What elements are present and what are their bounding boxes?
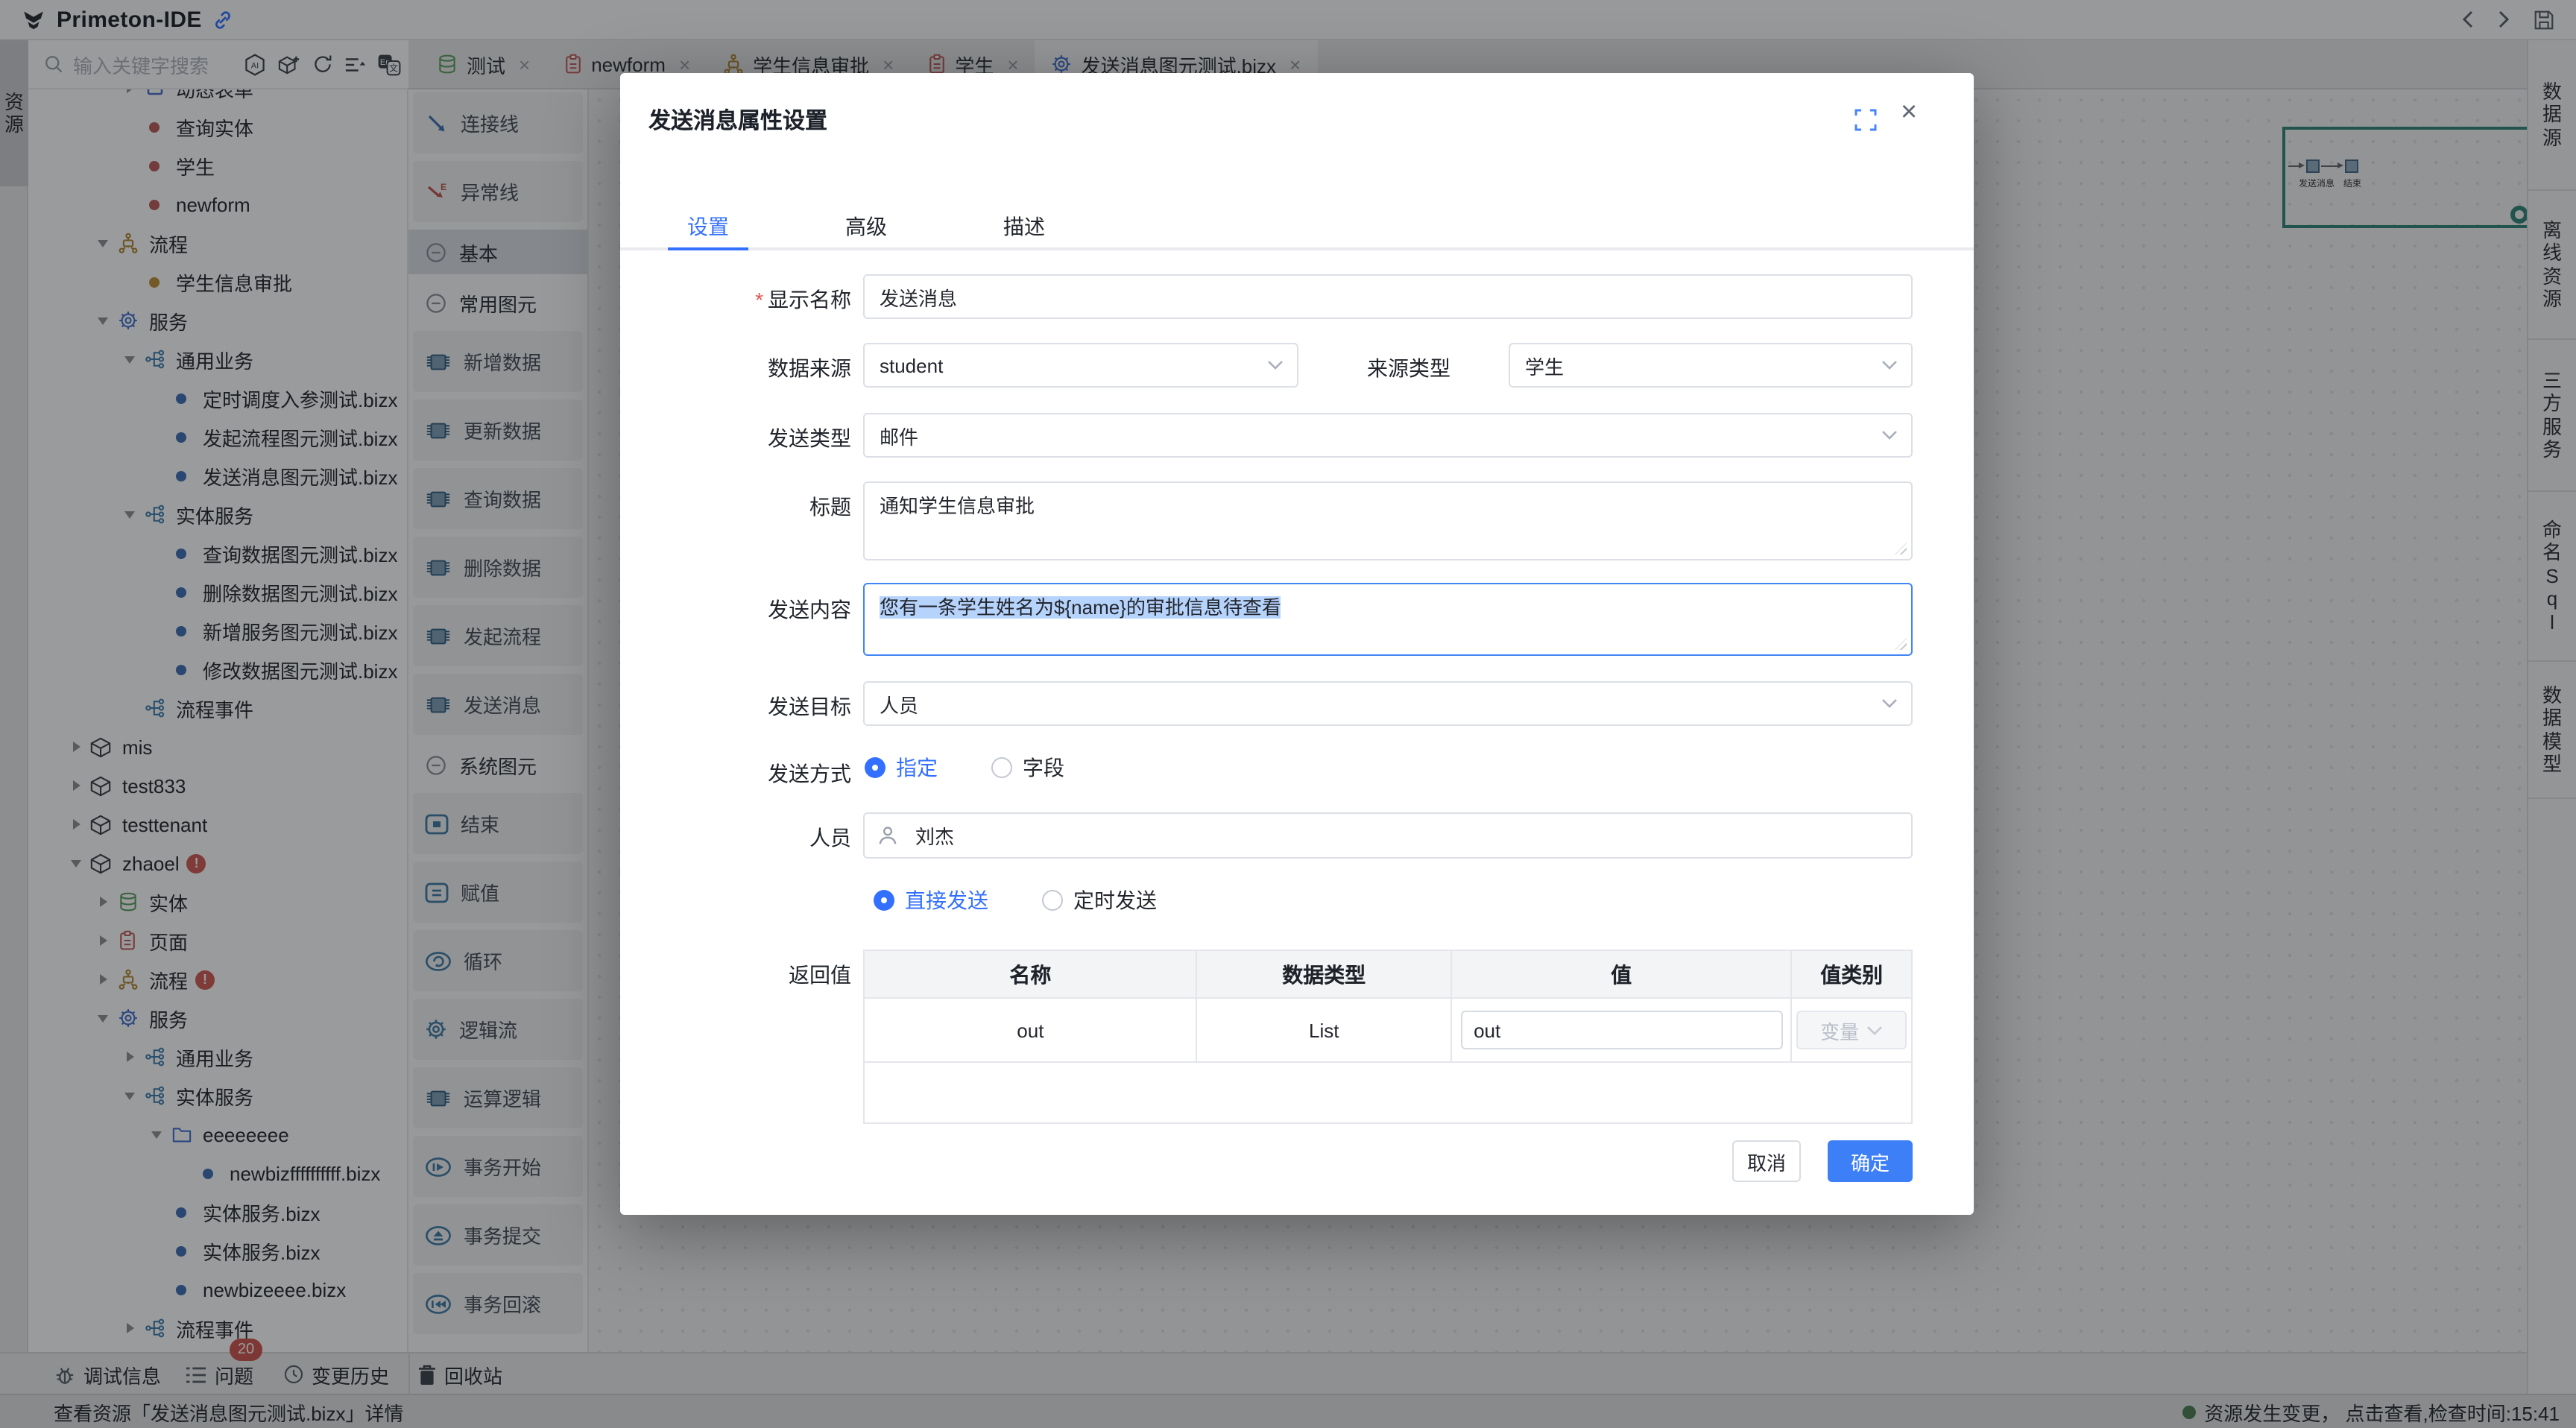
close-icon[interactable]: ×: [1901, 98, 1917, 128]
send-mode-label: 发送方式: [620, 759, 851, 789]
radio-off-icon[interactable]: [1042, 890, 1063, 911]
cell-value-category: 变量: [1792, 999, 1911, 1061]
table-header-row: 名称数据类型值值类别: [865, 951, 1911, 999]
person-label: 人员: [620, 823, 851, 853]
source-type-label: 来源类型: [1272, 353, 1450, 383]
subject-label: 标题: [620, 492, 851, 522]
send-mode-radio-group: 指定 字段: [865, 753, 1064, 783]
data-source-select[interactable]: student: [863, 343, 1298, 388]
dialog-tabs: 设置 高级 描述: [620, 204, 1974, 250]
radio-label[interactable]: 定时发送: [1073, 885, 1157, 915]
value-input[interactable]: [1460, 1011, 1782, 1049]
radio-label[interactable]: 直接发送: [905, 885, 988, 915]
value-category-select[interactable]: 变量: [1796, 1011, 1907, 1049]
chevron-down-icon: [1881, 360, 1898, 370]
table-row: outList 变量: [865, 999, 1911, 1063]
target-select[interactable]: 人员: [863, 681, 1913, 726]
chevron-down-icon: [1881, 698, 1898, 709]
send-message-properties-dialog: 发送消息属性设置 × 设置 高级 描述 *显示名称 数据来源 student 来…: [620, 73, 1974, 1215]
table-header-cell: 名称: [865, 951, 1198, 997]
resize-grip[interactable]: [1895, 543, 1907, 555]
return-value-table: 名称数据类型值值类别outList变量: [863, 950, 1913, 1124]
display-name-input[interactable]: [863, 274, 1913, 319]
cell-name: out: [865, 999, 1198, 1061]
person-input[interactable]: [863, 812, 1913, 859]
dialog-title: 发送消息属性设置: [648, 104, 827, 136]
data-source-label: 数据来源: [620, 353, 851, 383]
resize-grip[interactable]: [1895, 638, 1907, 650]
radio-label[interactable]: 指定: [896, 753, 938, 783]
table-header-cell: 值: [1452, 951, 1793, 997]
table-empty-area: [865, 1063, 1911, 1122]
send-type-select[interactable]: 邮件: [863, 413, 1913, 458]
table-header-cell: 数据类型: [1198, 951, 1452, 997]
display-name-label: *显示名称: [620, 285, 851, 315]
tab-description[interactable]: 描述: [1003, 204, 1045, 247]
cell-value: [1452, 999, 1793, 1061]
table-header-cell: 值类别: [1792, 951, 1911, 997]
subject-textarea[interactable]: 通知学生信息审批: [863, 481, 1913, 560]
ok-button[interactable]: 确定: [1828, 1140, 1913, 1182]
app-window: Primeton-IDE 资源 输入关键字搜索 AIEn文 测试×newform…: [0, 0, 2576, 1428]
send-type-label: 发送类型: [620, 423, 851, 453]
chevron-down-icon: [1866, 1025, 1883, 1035]
content-textarea[interactable]: 您有一条学生姓名为${name}的审批信息待查看: [863, 583, 1913, 656]
timing-radio-group: 直接发送 定时发送: [874, 885, 1157, 915]
chevron-down-icon: [1881, 430, 1898, 440]
source-type-select[interactable]: 学生: [1509, 343, 1913, 388]
return-value-label: 返回值: [620, 960, 851, 990]
tab-advanced[interactable]: 高级: [845, 204, 887, 247]
target-label: 发送目标: [620, 692, 851, 721]
person-icon: [877, 824, 899, 847]
required-star: *: [755, 288, 763, 312]
fullscreen-icon[interactable]: [1854, 109, 1877, 131]
cell-data-type: List: [1198, 999, 1452, 1061]
radio-off-icon[interactable]: [991, 757, 1012, 778]
cancel-button[interactable]: 取消: [1732, 1140, 1801, 1182]
content-label: 发送内容: [620, 595, 851, 625]
radio-label[interactable]: 字段: [1023, 753, 1064, 783]
tab-settings[interactable]: 设置: [687, 204, 729, 247]
radio-on-icon[interactable]: [865, 757, 886, 778]
selected-text: 您有一条学生姓名为${name}的审批信息待查看: [880, 596, 1281, 619]
radio-on-icon[interactable]: [874, 890, 894, 911]
